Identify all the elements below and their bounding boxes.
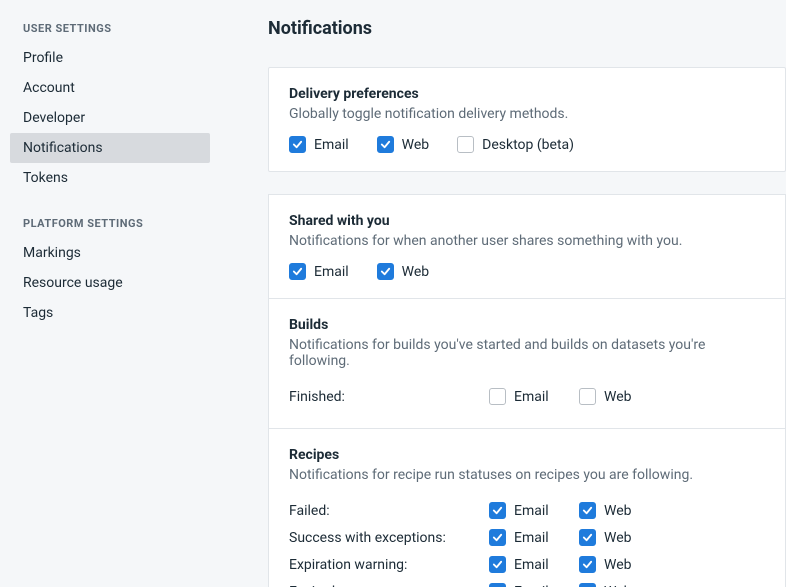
checkbox-label: Web bbox=[402, 137, 430, 153]
checkbox-icon bbox=[579, 388, 596, 405]
card-title: Delivery preferences bbox=[289, 86, 765, 102]
checkbox-icon bbox=[489, 529, 506, 546]
checkbox-icon bbox=[289, 263, 306, 280]
checkbox-label: Desktop (beta) bbox=[482, 137, 574, 153]
row-label: Failed: bbox=[289, 503, 489, 519]
sidebar-item-developer[interactable]: Developer bbox=[10, 103, 210, 133]
sidebar-item-tokens[interactable]: Tokens bbox=[10, 163, 210, 193]
checkbox-label: Web bbox=[604, 557, 632, 573]
checkbox-web[interactable]: Web bbox=[579, 583, 632, 587]
checkbox-label: Web bbox=[604, 530, 632, 546]
sidebar-item-tags[interactable]: Tags bbox=[10, 298, 210, 328]
sidebar-item-account[interactable]: Account bbox=[10, 73, 210, 103]
checkbox-email[interactable]: Email bbox=[489, 583, 549, 587]
checkbox-web[interactable]: Web bbox=[579, 502, 632, 519]
checkbox-label: Email bbox=[314, 264, 349, 280]
card-title: Builds bbox=[289, 317, 765, 333]
row-label: Finished: bbox=[289, 389, 489, 405]
checkbox-icon bbox=[489, 388, 506, 405]
card-builds: Builds Notifications for builds you've s… bbox=[268, 298, 786, 428]
checkbox-web[interactable]: Web bbox=[579, 556, 632, 573]
sidebar-group-platform: PLATFORM SETTINGS Markings Resource usag… bbox=[10, 217, 210, 328]
checkbox-web[interactable]: Web bbox=[579, 529, 632, 546]
table-row: Failed: Email Web bbox=[289, 497, 765, 524]
checkbox-row: Email Web bbox=[289, 263, 765, 280]
checkbox-label: Web bbox=[604, 584, 632, 587]
checkbox-web[interactable]: Web bbox=[377, 263, 430, 280]
checkbox-label: Email bbox=[514, 503, 549, 519]
checkbox-icon bbox=[489, 502, 506, 519]
checkbox-icon bbox=[489, 583, 506, 587]
checkbox-email[interactable]: Email bbox=[489, 529, 549, 546]
checkbox-label: Web bbox=[604, 503, 632, 519]
card-title: Shared with you bbox=[289, 213, 765, 229]
sidebar-item-notifications[interactable]: Notifications bbox=[10, 133, 210, 163]
row-label: Expiration warning: bbox=[289, 557, 489, 573]
main-content: Notifications Delivery preferences Globa… bbox=[220, 0, 786, 587]
sidebar-item-resource-usage[interactable]: Resource usage bbox=[10, 268, 210, 298]
checkbox-email[interactable]: Email bbox=[489, 388, 549, 405]
checkbox-web[interactable]: Web bbox=[579, 388, 632, 405]
checkbox-label: Email bbox=[514, 557, 549, 573]
checkbox-label: Email bbox=[514, 584, 549, 587]
checkbox-label: Web bbox=[402, 264, 430, 280]
sidebar-header-platform: PLATFORM SETTINGS bbox=[10, 217, 210, 238]
table-row: Finished: Email Web bbox=[289, 383, 765, 410]
sidebar-group-user: USER SETTINGS Profile Account Developer … bbox=[10, 22, 210, 193]
checkbox-email[interactable]: Email bbox=[489, 556, 549, 573]
card-desc: Notifications for when another user shar… bbox=[289, 233, 765, 249]
card-delivery-preferences: Delivery preferences Globally toggle not… bbox=[268, 67, 786, 172]
checkbox-desktop[interactable]: Desktop (beta) bbox=[457, 136, 574, 153]
checkbox-icon bbox=[377, 263, 394, 280]
card-desc: Notifications for builds you've started … bbox=[289, 337, 765, 369]
checkbox-label: Web bbox=[604, 389, 632, 405]
table-row: Success with exceptions: Email Web bbox=[289, 524, 765, 551]
card-title: Recipes bbox=[289, 447, 765, 463]
checkbox-icon bbox=[579, 529, 596, 546]
sidebar: USER SETTINGS Profile Account Developer … bbox=[0, 0, 220, 587]
checkbox-icon bbox=[579, 583, 596, 587]
row-label: Success with exceptions: bbox=[289, 530, 489, 546]
checkbox-label: Email bbox=[514, 389, 549, 405]
checkbox-icon bbox=[289, 136, 306, 153]
card-recipes: Recipes Notifications for recipe run sta… bbox=[268, 428, 786, 587]
checkbox-label: Email bbox=[514, 530, 549, 546]
checkbox-email[interactable]: Email bbox=[289, 263, 349, 280]
checkbox-label: Email bbox=[314, 137, 349, 153]
checkbox-icon bbox=[457, 136, 474, 153]
checkbox-icon bbox=[377, 136, 394, 153]
sidebar-item-markings[interactable]: Markings bbox=[10, 238, 210, 268]
card-desc: Notifications for recipe run statuses on… bbox=[289, 467, 765, 483]
checkbox-email[interactable]: Email bbox=[289, 136, 349, 153]
table-row: Expired: Email Web bbox=[289, 578, 765, 587]
card-desc: Globally toggle notification delivery me… bbox=[289, 106, 765, 122]
sidebar-item-profile[interactable]: Profile bbox=[10, 43, 210, 73]
checkbox-email[interactable]: Email bbox=[489, 502, 549, 519]
row-label: Expired: bbox=[289, 584, 489, 587]
page-title: Notifications bbox=[268, 18, 786, 39]
table-row: Expiration warning: Email Web bbox=[289, 551, 765, 578]
checkbox-web[interactable]: Web bbox=[377, 136, 430, 153]
checkbox-icon bbox=[579, 556, 596, 573]
checkbox-icon bbox=[579, 502, 596, 519]
checkbox-row: Email Web Desktop (beta) bbox=[289, 136, 765, 153]
checkbox-icon bbox=[489, 556, 506, 573]
sidebar-header-user: USER SETTINGS bbox=[10, 22, 210, 43]
card-shared-with-you: Shared with you Notifications for when a… bbox=[268, 194, 786, 298]
